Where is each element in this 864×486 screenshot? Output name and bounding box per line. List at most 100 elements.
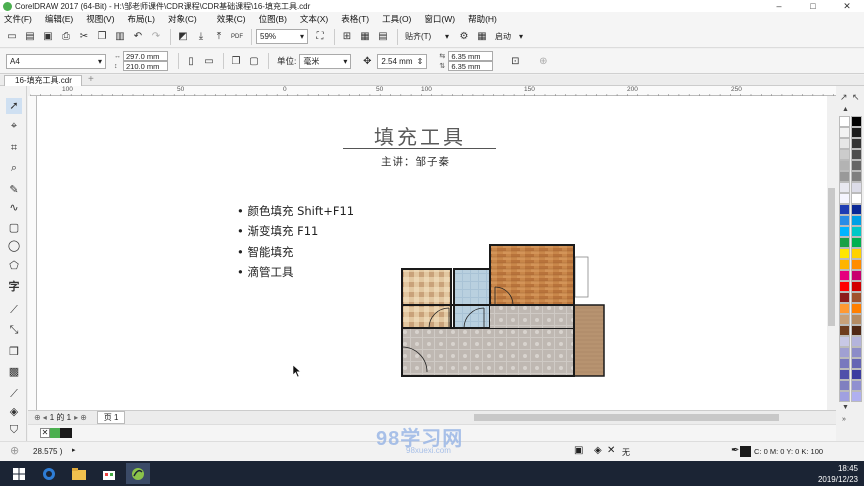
color-swatch[interactable] [851,226,862,237]
color-swatch[interactable] [839,303,850,314]
menu-file[interactable]: 文件(F) [4,13,32,25]
color-swatch[interactable] [851,391,862,402]
color-proof-icon[interactable]: ▣ [574,445,583,456]
options-gear-icon[interactable]: ⚙ [456,29,472,45]
parallel-dimension-icon[interactable]: ⟋ [6,302,22,318]
menu-window[interactable]: 窗口(W) [424,13,455,25]
export-icon[interactable]: ⤒ [211,29,227,45]
menu-tools[interactable]: 工具(O) [382,13,411,25]
paste-icon[interactable]: ▥ [112,29,128,45]
drawing-canvas[interactable]: 填充工具 主讲：邹子秦 • 颜色填充 Shift+F11 • 渐变填充 F11 … [37,96,827,410]
menu-view[interactable]: 视图(V) [86,13,114,25]
outline-color-swatch[interactable] [740,446,751,457]
polygon-tool-icon[interactable]: ⬠ [6,258,22,274]
add-circle-icon[interactable]: ⊕ [10,444,19,457]
color-swatch[interactable] [839,391,850,402]
menu-help[interactable]: 帮助(H) [468,13,497,25]
first-page-icon[interactable]: ⊕ [34,413,41,422]
full-screen-icon[interactable]: ⛶ [312,29,328,45]
color-swatch[interactable] [839,237,850,248]
color-swatch[interactable] [851,182,862,193]
color-swatch[interactable] [851,138,862,149]
edge-browser-icon[interactable] [40,465,57,482]
color-swatch[interactable] [851,215,862,226]
color-swatch[interactable] [839,160,850,171]
color-swatch[interactable] [851,292,862,303]
color-swatch[interactable] [839,369,850,380]
chevron-right-icon[interactable]: ▸ [72,446,76,454]
drop-shadow-icon[interactable]: ❒ [6,344,22,360]
color-swatch[interactable] [839,336,850,347]
duplicate-y-input[interactable]: 6.35 mm [448,61,494,71]
color-swatch[interactable] [839,248,850,259]
page-height-input[interactable]: 210.0 mm [123,61,168,71]
save-icon[interactable]: ▣ [40,29,56,45]
tab-document[interactable]: 16-填充工具.cdr [4,75,82,86]
import-icon[interactable]: ⤓ [193,29,209,45]
color-swatch[interactable] [839,259,850,270]
current-page-icon[interactable]: ▢ [246,53,262,69]
last-page-icon[interactable]: ⊕ [80,413,87,422]
palette-scroll-down-icon[interactable]: ▼ [842,404,849,411]
new-tab-plus-icon[interactable]: + [88,74,94,85]
copy-icon[interactable]: ❐ [94,29,110,45]
grid-icon[interactable]: ▦ [357,29,373,45]
nudge-distance-input[interactable]: 2.54 mm ⇕ [377,53,428,69]
tab-page-1[interactable]: 页 1 [96,411,126,424]
color-swatch[interactable] [839,204,850,215]
color-swatch[interactable] [839,380,850,391]
zoom-level-select[interactable]: 59% ▾ [256,29,308,44]
color-swatch[interactable] [839,292,850,303]
color-swatch[interactable] [851,127,862,138]
smart-fill-icon[interactable]: ⛉ [6,422,22,438]
color-swatch[interactable] [839,138,850,149]
eyedropper-tool-icon[interactable]: ⟋ [6,386,22,402]
coreldraw-taskbar-icon[interactable] [126,463,150,484]
horizontal-scroll-thumb[interactable] [474,414,779,421]
color-swatch[interactable] [839,325,850,336]
duplicate-x-input[interactable]: 6.35 mm [448,51,494,61]
color-swatch[interactable] [851,248,862,259]
menu-layout[interactable]: 布局(L) [128,13,155,25]
application-launcher-icon[interactable]: ▦ [474,29,490,45]
color-swatch[interactable] [851,314,862,325]
prev-page-icon[interactable]: ◂ [43,413,47,422]
snap-to-menu[interactable]: 贴齐(T) ▾ [402,29,452,44]
rectangle-tool-icon[interactable]: ▢ [6,220,22,236]
page-size-select[interactable]: A4 ▾ [6,53,106,69]
menu-edit[interactable]: 编辑(E) [45,13,73,25]
color-swatch[interactable] [851,347,862,358]
color-swatch[interactable] [851,171,862,182]
file-explorer-icon[interactable] [70,465,87,482]
artistic-media-icon[interactable]: ∿ [6,200,22,216]
horizontal-ruler[interactable]: 100 50 0 50 100 150 200 250 [30,86,836,96]
portrait-icon[interactable]: ▯ [183,53,199,69]
menu-bitmaps[interactable]: 位图(B) [259,13,287,25]
color-swatch[interactable] [50,428,60,438]
all-pages-icon[interactable]: ❐ [228,53,244,69]
color-swatch[interactable] [839,116,850,127]
search-content-icon[interactable]: ◩ [175,29,191,45]
minimize-button[interactable]: – [762,1,796,11]
text-tool-icon[interactable]: 字 [6,279,22,295]
connector-tool-icon[interactable]: ⤡ [6,322,22,338]
color-swatch[interactable] [851,204,862,215]
system-clock[interactable]: 18:45 2019/12/23 [818,463,858,485]
color-swatch[interactable] [839,182,850,193]
color-swatch[interactable] [851,380,862,391]
units-select[interactable]: 毫米 ▾ [299,53,352,69]
color-swatch[interactable] [851,369,862,380]
palette-arrow-icon[interactable]: ↗ [840,92,848,103]
rulers-icon[interactable]: ⊞ [339,29,355,45]
landscape-icon[interactable]: ▭ [201,53,217,69]
color-swatch[interactable] [839,171,850,182]
crop-tool-icon[interactable]: ⌗ [6,140,22,156]
transparency-tool-icon[interactable]: ▩ [6,364,22,380]
new-document-icon[interactable]: ▭ [4,29,20,45]
cut-icon[interactable]: ✂ [76,29,92,45]
color-swatch[interactable] [851,193,862,204]
undo-icon[interactable]: ↶ [130,29,146,45]
vertical-scroll-thumb[interactable] [828,188,835,326]
color-swatch[interactable] [851,358,862,369]
color-swatch[interactable] [851,116,862,127]
